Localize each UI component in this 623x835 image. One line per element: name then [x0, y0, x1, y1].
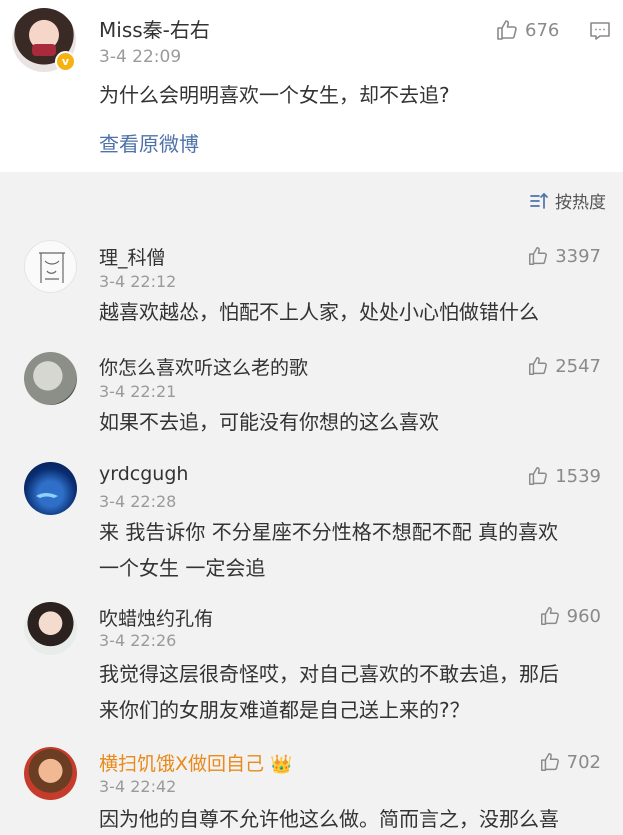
- commenter-avatar[interactable]: [24, 462, 77, 515]
- comment-text-line: 一个女生 一定会追: [99, 556, 266, 580]
- thumb-up-icon: [495, 18, 519, 42]
- sort-by-hot-button[interactable]: 按热度: [529, 188, 606, 213]
- thumb-up-icon: [527, 355, 549, 377]
- comment-text: 因为他的自尊不允许他这么做。简而言之，没那么喜: [99, 807, 559, 831]
- comment-like-button[interactable]: 2547: [527, 355, 601, 377]
- comment-icon[interactable]: [589, 20, 611, 42]
- thumb-up-icon: [539, 605, 561, 627]
- comment-text-line: 来 我告诉你 不分星座不分性格不想配不配 真的喜欢: [99, 520, 559, 544]
- comment-item: yrdcgugh 3-4 22:28 1539 来 我告诉你 不分星座不分性格不…: [0, 446, 623, 586]
- commenter-name-text: 横扫饥饿X做回自己: [99, 753, 265, 775]
- comment-time: 3-4 22:28: [99, 492, 177, 511]
- comment-item: 你怎么喜欢听这么老的歌 3-4 22:21 2547 如果不去追，可能没有你想的…: [0, 336, 623, 446]
- comment-text: 越喜欢越怂，怕配不上人家，处处小心怕做错什么: [99, 300, 539, 324]
- post-like-count: 676: [525, 19, 560, 41]
- thumb-up-icon: [539, 751, 561, 773]
- comment-time: 3-4 22:26: [99, 631, 177, 650]
- comment-text: 来 我告诉你 不分星座不分性格不想配不配 真的喜欢 一个女生 一定会追: [99, 514, 609, 586]
- comment-like-count: 3397: [555, 245, 601, 267]
- thumb-up-icon: [527, 245, 549, 267]
- comment-time: 3-4 22:21: [99, 382, 177, 401]
- commenter-avatar[interactable]: [24, 747, 77, 800]
- comment-text: 如果不去追，可能没有你想的这么喜欢: [99, 410, 439, 434]
- sort-label: 按热度: [555, 193, 606, 213]
- view-original-link[interactable]: 查看原微博: [99, 128, 199, 157]
- comment-text-line: 来你们的女朋友难道都是自己送上来的?？: [99, 698, 470, 722]
- comment-text: 我觉得这层很奇怪哎，对自己喜欢的不敢去追，那后 来你们的女朋友难道都是自己送上来…: [99, 656, 609, 728]
- comment-like-button[interactable]: 960: [539, 605, 601, 627]
- comment-time: 3-4 22:12: [99, 272, 177, 291]
- post-time: 3-4 22:09: [99, 47, 182, 67]
- comment-like-count: 960: [566, 605, 601, 627]
- comment-item: 理_科僧 3-4 22:12 3397 越喜欢越怂，怕配不上人家，处处小心怕做错…: [0, 226, 623, 336]
- post-author-name[interactable]: Miss秦-右右: [99, 14, 210, 43]
- post-text: 为什么会明明喜欢一个女生，却不去追?: [99, 83, 450, 107]
- commenter-avatar[interactable]: [24, 240, 77, 293]
- original-post: v Miss秦-右右 3-4 22:09 为什么会明明喜欢一个女生，却不去追? …: [0, 0, 623, 172]
- sort-icon: [529, 192, 549, 210]
- comment-list: 理_科僧 3-4 22:12 3397 越喜欢越怂，怕配不上人家，处处小心怕做错…: [0, 226, 623, 835]
- comment-like-count: 2547: [555, 355, 601, 377]
- comment-like-button[interactable]: 3397: [527, 245, 601, 267]
- commenter-name[interactable]: 横扫饥饿X做回自己 👑: [99, 749, 292, 776]
- comment-like-count: 702: [566, 751, 601, 773]
- thumb-up-icon: [527, 465, 549, 487]
- sort-bar: 按热度: [0, 172, 623, 226]
- comment-like-button[interactable]: 1539: [527, 465, 601, 487]
- crown-emoji-icon: 👑: [270, 754, 293, 775]
- commenter-name[interactable]: yrdcgugh: [99, 463, 188, 485]
- post-like-button[interactable]: 676: [495, 18, 559, 42]
- verified-badge-icon: v: [55, 51, 76, 72]
- comment-like-count: 1539: [555, 465, 601, 487]
- commenter-name[interactable]: 你怎么喜欢听这么老的歌: [99, 353, 308, 380]
- commenter-name[interactable]: 理_科僧: [99, 243, 166, 270]
- commenter-name[interactable]: 吹蜡烛约孔侑: [99, 604, 213, 631]
- comment-time: 3-4 22:42: [99, 777, 177, 796]
- comment-text-line: 我觉得这层很奇怪哎，对自己喜欢的不敢去追，那后: [99, 662, 559, 686]
- comment-item: 吹蜡烛约孔侑 3-4 22:26 960 我觉得这层很奇怪哎，对自己喜欢的不敢去…: [0, 586, 623, 731]
- comment-item: 横扫饥饿X做回自己 👑 3-4 22:42 702 因为他的自尊不允许他这么做。简…: [0, 731, 623, 835]
- commenter-avatar[interactable]: [24, 352, 77, 405]
- comment-like-button[interactable]: 702: [539, 751, 601, 773]
- commenter-avatar[interactable]: [24, 602, 77, 655]
